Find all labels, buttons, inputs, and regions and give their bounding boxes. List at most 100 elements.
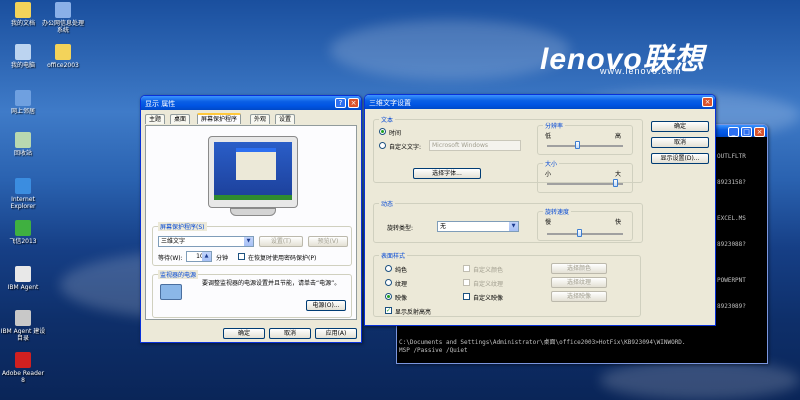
speed-fast: 快 xyxy=(615,219,622,226)
text3d-settings-window[interactable]: 三维文字设置 × 文本 时间 自定义文字: Microsoft Windows … xyxy=(364,94,716,326)
time-label: 时间 xyxy=(389,130,402,137)
choose-reflection-button[interactable]: 选择映像 xyxy=(551,291,607,302)
speed-slider[interactable] xyxy=(577,229,582,237)
solid-radio[interactable] xyxy=(385,265,392,272)
choose-texture-button[interactable]: 选择纹理 xyxy=(551,277,607,288)
minimize-button[interactable]: _ xyxy=(728,127,739,137)
apply-button[interactable]: 应用(A) xyxy=(315,328,357,339)
custom-color-checkbox[interactable] xyxy=(463,265,470,272)
console-line: POWERPNT xyxy=(717,277,746,284)
maximize-button[interactable]: □ xyxy=(741,127,752,137)
speed-slow: 慢 xyxy=(545,219,552,226)
resolution-title: 分辨率 xyxy=(543,121,566,130)
motion-title: 动态 xyxy=(379,199,396,208)
display-properties-titlebar[interactable]: 显示 属性 ? × xyxy=(141,96,361,110)
screensaver-select[interactable]: 三维文字 ▼ xyxy=(158,236,254,247)
resume-password-checkbox[interactable] xyxy=(238,253,245,260)
desktop-icon[interactable]: 网上邻居 xyxy=(0,90,46,115)
monitor-screen xyxy=(214,142,292,200)
app-icon xyxy=(15,44,31,60)
desktop-icon[interactable]: 办公网信息处理系统 xyxy=(40,2,86,34)
tab-appearance[interactable]: 外观 xyxy=(250,114,271,124)
app-icon xyxy=(15,266,31,282)
desktop-icon-label: IBM Agent xyxy=(7,284,39,291)
wait-stepper[interactable]: 10 ▲ xyxy=(186,251,212,262)
desktop-icon-label: 办公网信息处理系统 xyxy=(41,20,84,34)
desktop-icon[interactable]: Adobe Reader 8 xyxy=(0,352,46,384)
console-line: EXCEL.MS xyxy=(717,215,746,222)
chevron-down-icon[interactable]: ▼ xyxy=(509,222,518,231)
custom-reflection-label: 自定义映像 xyxy=(473,295,504,302)
specular-highlight-checkbox[interactable]: ✓ xyxy=(385,307,392,314)
app-icon xyxy=(15,178,31,194)
tab-screensaver[interactable]: 屏幕保护程序 xyxy=(197,113,242,124)
rotation-type-select[interactable]: 无 ▼ xyxy=(437,221,519,232)
specular-highlight-label: 显示反射高亮 xyxy=(395,309,432,316)
chevron-down-icon[interactable]: ▼ xyxy=(244,237,253,246)
tab-settings[interactable]: 设置 xyxy=(275,114,296,124)
size-title: 大小 xyxy=(543,159,560,168)
preview-button[interactable]: 预览(V) xyxy=(308,236,348,247)
rotation-speed-group: 旋转速度 xyxy=(537,207,633,241)
cloud xyxy=(600,360,800,400)
size-group: 大小 xyxy=(537,159,633,193)
console-command-line: MSP /Passive /Quiet xyxy=(399,347,468,354)
desktop-icon-label: Adobe Reader 8 xyxy=(1,370,45,384)
display-properties-window[interactable]: 显示 属性 ? × 主题 桌面 屏幕保护程序 外观 设置 屏幕保护程序(S) 三… xyxy=(140,95,362,343)
resume-password-label: 在恢复时使用密码保护(P) xyxy=(248,255,317,262)
choose-color-button[interactable]: 选择颜色 xyxy=(551,263,607,274)
ok-button[interactable]: 确定 xyxy=(223,328,265,339)
custom-text-label: 自定义文字: xyxy=(389,144,422,151)
window-title: 显示 属性 xyxy=(145,100,176,108)
app-icon xyxy=(15,220,31,236)
desktop-icon[interactable]: Internet Explorer xyxy=(0,178,46,210)
ok-button[interactable]: 确定 xyxy=(651,121,709,132)
spinner-icon[interactable]: ▲ xyxy=(202,252,211,261)
custom-text-input[interactable]: Microsoft Windows xyxy=(429,140,521,151)
close-button[interactable]: × xyxy=(348,98,359,108)
custom-text-radio[interactable] xyxy=(379,142,386,149)
tab-theme[interactable]: 主题 xyxy=(145,114,166,124)
custom-reflection-checkbox[interactable] xyxy=(463,293,470,300)
monitor-preview xyxy=(208,136,298,220)
console-line: 8923089? xyxy=(717,303,746,310)
app-icon xyxy=(55,44,71,60)
desktop-icon[interactable]: IBM Agent 建设目录 xyxy=(0,310,46,342)
reflection-radio[interactable] xyxy=(385,293,392,300)
choose-font-button[interactable]: 选择字体... xyxy=(413,168,481,179)
text3d-titlebar[interactable]: 三维文字设置 × xyxy=(365,95,715,109)
console-command-line: C:\Documents and Settings\Administrator\… xyxy=(399,339,686,346)
display-settings-button[interactable]: 显示设置(D)... xyxy=(651,153,709,164)
cancel-button[interactable]: 取消 xyxy=(651,137,709,148)
reflection-label: 映像 xyxy=(395,295,408,302)
desktop-icon[interactable]: 飞信2013 xyxy=(0,220,46,245)
app-icon xyxy=(15,2,31,18)
surface-style-title: 表面样式 xyxy=(379,251,408,260)
cancel-button[interactable]: 取消 xyxy=(269,328,311,339)
size-slider[interactable] xyxy=(613,179,618,187)
close-button[interactable]: × xyxy=(702,97,713,107)
console-line: 8923088? xyxy=(717,241,746,248)
screensaver-value: 三维文字 xyxy=(161,238,186,245)
power-button[interactable]: 电源(O)... xyxy=(306,300,346,311)
tab-desktop[interactable]: 桌面 xyxy=(170,114,191,124)
preview-window xyxy=(236,148,276,180)
custom-texture-checkbox[interactable] xyxy=(463,279,470,286)
texture-radio[interactable] xyxy=(385,279,392,286)
resolution-slider[interactable] xyxy=(575,141,580,149)
lenovo-url: www.lenovo.com xyxy=(600,66,682,76)
settings-button[interactable]: 设置(T) xyxy=(259,236,303,247)
size-large: 大 xyxy=(615,171,622,178)
desktop-icon[interactable]: 回收站 xyxy=(0,132,46,157)
console-command: C:\Documents and Settings\Administrator\… xyxy=(399,339,765,355)
help-button[interactable]: ? xyxy=(335,98,346,108)
desktop-icon[interactable]: IBM Agent xyxy=(0,266,46,291)
window-title: 三维文字设置 xyxy=(369,99,411,107)
power-icon xyxy=(160,284,182,300)
close-button[interactable]: × xyxy=(754,127,765,137)
time-radio[interactable] xyxy=(379,128,386,135)
resolution-group: 分辨率 xyxy=(537,121,633,155)
text-group-title: 文本 xyxy=(379,115,396,124)
desktop-icon-label: office2003 xyxy=(47,62,79,69)
desktop-icon[interactable]: office2003 xyxy=(40,44,86,69)
